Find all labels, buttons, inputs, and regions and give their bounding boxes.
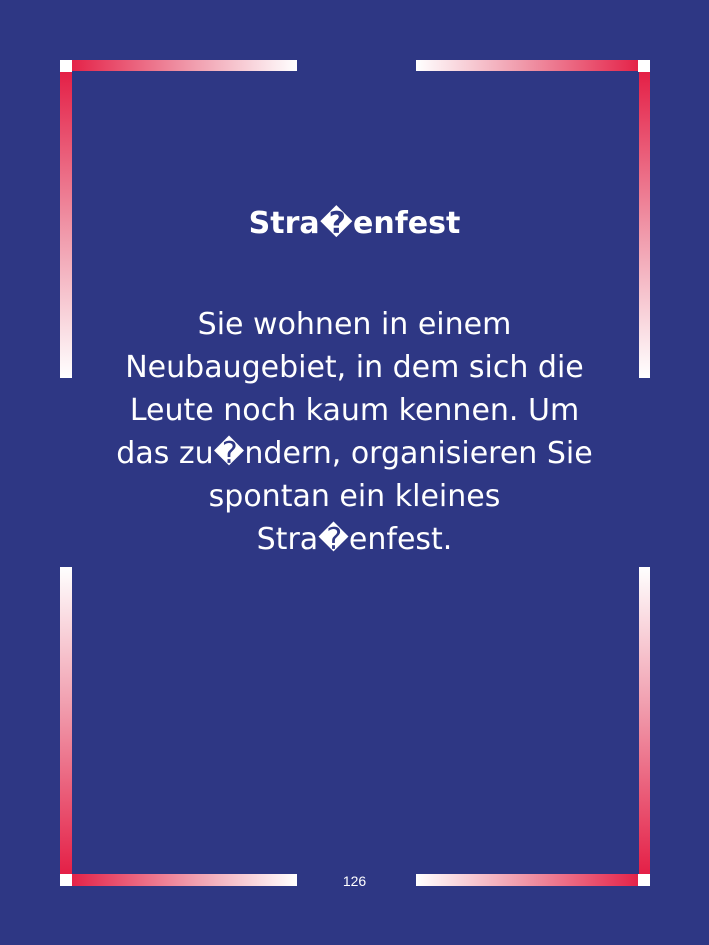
card-body-text: Sie wohnen in einem Neubaugebiet, in dem… — [100, 303, 609, 561]
body-line: Stra�enfest. — [256, 522, 453, 557]
page-number: 126 — [342, 873, 367, 889]
body-line: Neubaugebiet, in dem sich die — [125, 350, 584, 385]
frame-bar-top-right — [416, 60, 650, 71]
frame-corner-top-right — [638, 60, 650, 72]
frame-bar-top-left — [60, 60, 297, 71]
body-line: Leute noch kaum kennen. Um — [129, 393, 580, 428]
frame-corner-top-left — [60, 60, 72, 72]
body-line: spontan ein kleines — [208, 479, 501, 514]
frame-bar-right-lower — [639, 567, 650, 886]
body-line: das zu�ndern, organisieren Sie — [116, 436, 593, 471]
card-title: Stra�enfest — [248, 206, 461, 241]
frame-bar-left-lower — [60, 567, 72, 886]
body-line: Sie wohnen in einem — [197, 307, 512, 342]
